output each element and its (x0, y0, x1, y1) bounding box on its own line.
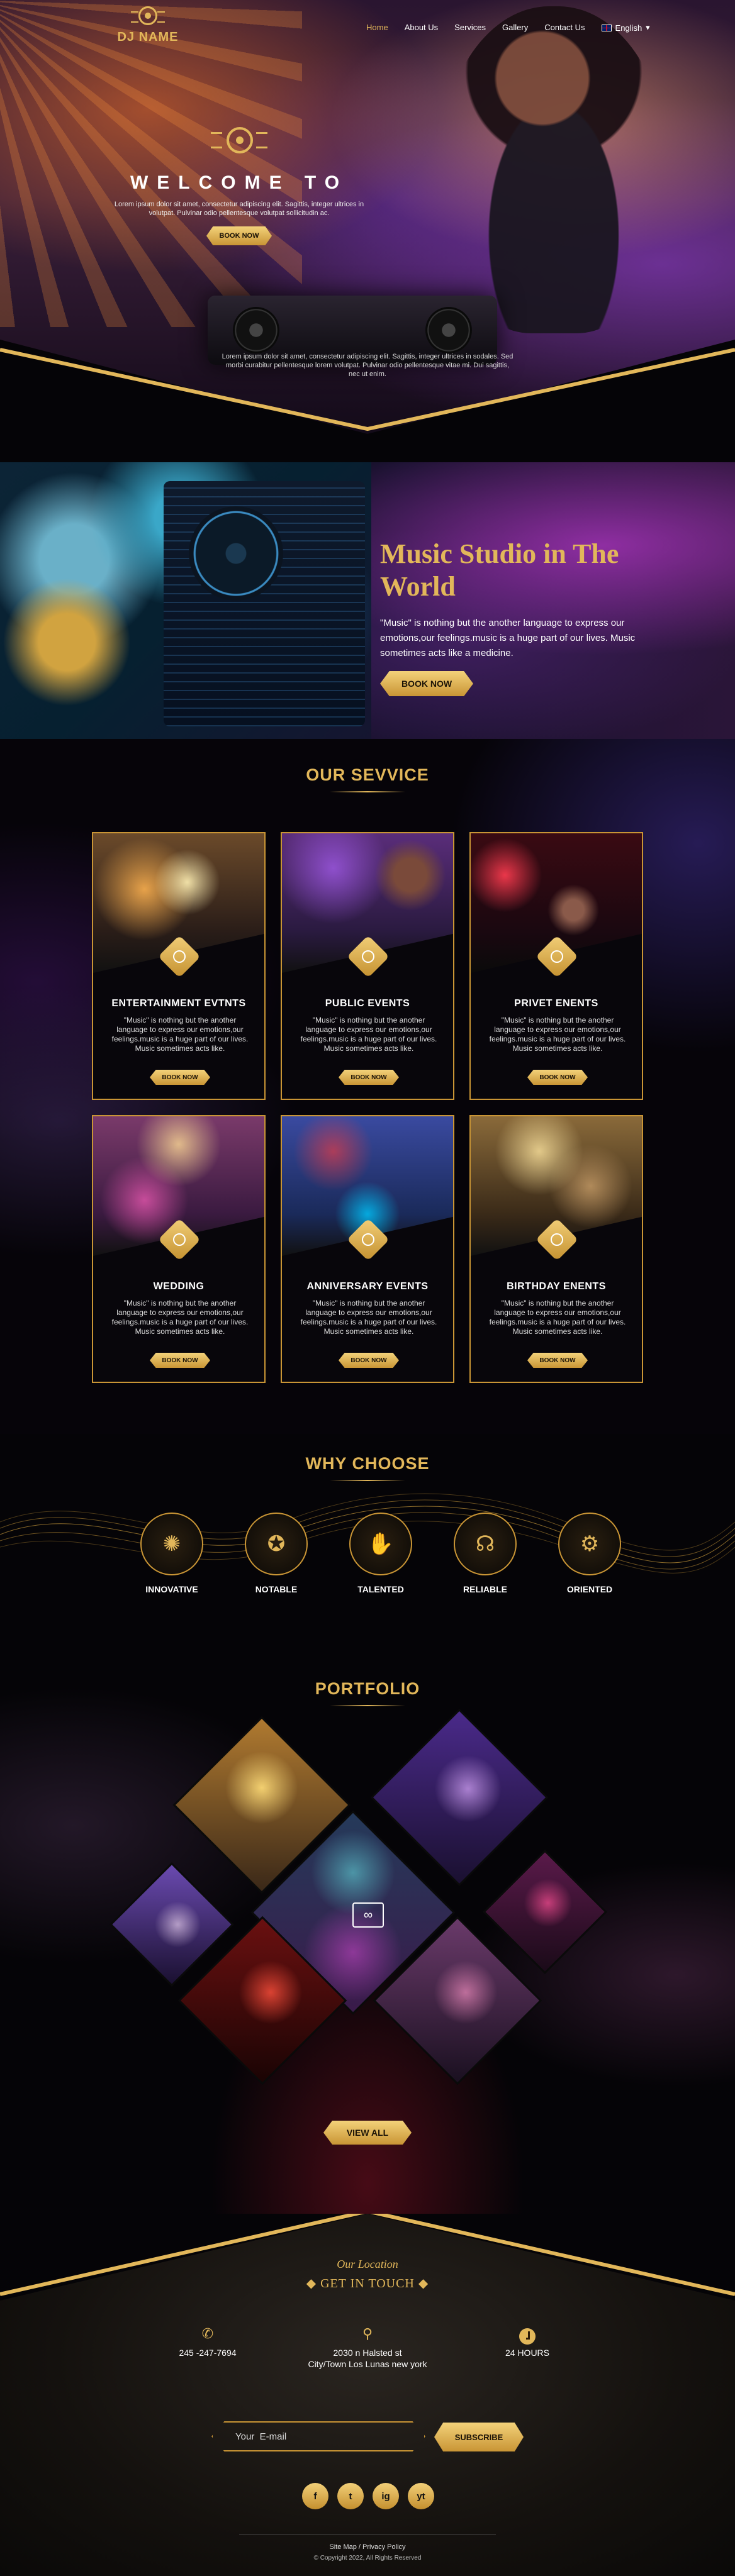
contact-phone[interactable]: ✆ 245 -247-7694 (138, 2326, 277, 2370)
location-script-label: Our Location (337, 2258, 398, 2270)
feature-label: TALENTED (357, 1584, 404, 1594)
subscribe-button[interactable]: SUBSCRIBE (434, 2423, 524, 2451)
service-card: ANNIVERSARY EVENTS "Music" is nothing bu… (281, 1115, 454, 1383)
service-description: "Music" is nothing but the another langu… (489, 1016, 626, 1053)
service-book-now-button[interactable]: BOOK NOW (527, 1353, 588, 1368)
portfolio-section: PORTFOLIO ∞ VIEW ALL (0, 1616, 735, 2214)
footer-links[interactable]: Site Map / Privacy Policy (0, 2543, 735, 2551)
headphones-person-icon: ☊ (454, 1513, 517, 1575)
facebook-icon[interactable]: f (302, 2483, 328, 2509)
feature-notable: ✪ NOTABLE (245, 1513, 308, 1594)
services-section: OUR SEVVICE ENTERTAINMENT EVTNTS "Music"… (0, 739, 735, 1434)
features-list: ✺ INNOVATIVE ✪ NOTABLE ✋ TALENTED ☊ RELI… (140, 1513, 621, 1594)
contact-hours: 24 HOURS (458, 2328, 597, 2370)
instagram-icon[interactable]: ig (373, 2483, 399, 2509)
location-pin-icon: ⚲ (362, 2326, 373, 2341)
service-book-now-button[interactable]: BOOK NOW (339, 1353, 399, 1368)
studio-title: Music Studio in The World (380, 538, 619, 602)
service-card: ENTERTAINMENT EVTNTS "Music" is nothing … (92, 832, 266, 1100)
feature-label: RELIABLE (463, 1584, 507, 1594)
brain-gear-icon: ⚙ (558, 1513, 621, 1575)
service-title: ENTERTAINMENT EVTNTS (111, 998, 246, 1009)
studio-section: Music Studio in The World "Music" is not… (0, 462, 735, 739)
title-underline (330, 791, 405, 792)
why-title-text: WHY CHOOSE (305, 1454, 430, 1473)
service-description: "Music" is nothing but the another langu… (300, 1299, 437, 1336)
feature-label: NOTABLE (255, 1584, 298, 1594)
service-description: "Music" is nothing but the another langu… (111, 1299, 249, 1336)
why-title: WHY CHOOSE (0, 1454, 735, 1481)
service-description: "Music" is nothing but the another langu… (300, 1016, 437, 1053)
feature-talented: ✋ TALENTED (349, 1513, 412, 1594)
hands-icon: ✋ (349, 1513, 412, 1575)
portfolio-image[interactable] (483, 1850, 607, 1974)
service-title: PRIVET ENENTS (514, 998, 598, 1009)
service-card: PRIVET ENENTS "Music" is nothing but the… (469, 832, 643, 1100)
address-line-2: City/Town Los Lunas new york (308, 2359, 427, 2369)
social-links: f t ig yt (302, 2483, 434, 2509)
studio-book-now-button[interactable]: BOOK NOW (380, 671, 473, 696)
infinity-link-icon[interactable]: ∞ (352, 1902, 384, 1928)
services-title: OUR SEVVICE (0, 765, 735, 792)
feature-reliable: ☊ RELIABLE (454, 1513, 517, 1594)
service-title: ANNIVERSARY EVENTS (306, 1281, 429, 1292)
phone-icon: ✆ (201, 2326, 214, 2341)
get-in-touch-title: ◆ GET IN TOUCH ◆ (306, 2277, 429, 2290)
feature-oriented: ⚙ ORIENTED (558, 1513, 621, 1594)
service-title: BIRTHDAY ENENTS (507, 1281, 606, 1292)
service-card: WEDDING "Music" is nothing but the anoth… (92, 1115, 266, 1383)
address-line-1: 2030 n Halsted st (333, 2348, 402, 2358)
service-book-now-button[interactable]: BOOK NOW (527, 1070, 588, 1085)
studio-description: "Music" is nothing but the another langu… (380, 618, 636, 658)
award-ribbon-icon: ✪ (245, 1513, 308, 1575)
footer: Our Location ◆ GET IN TOUCH ◆ ✆ 245 -247… (0, 2214, 735, 2576)
service-book-now-button[interactable]: BOOK NOW (339, 1070, 399, 1085)
email-field[interactable] (213, 2431, 424, 2442)
service-description: "Music" is nothing but the another langu… (489, 1299, 626, 1336)
services-title-text: OUR SEVVICE (306, 765, 429, 784)
hero-section: DJ NAME Home About Us Services Gallery C… (0, 0, 735, 440)
twitter-icon[interactable]: t (337, 2483, 364, 2509)
copyright: © Copyright 2022, All Rights Reserved (313, 2555, 422, 2562)
lightbulb-icon: ✺ (140, 1513, 203, 1575)
footer-divider (239, 2534, 496, 2535)
service-book-now-button[interactable]: BOOK NOW (150, 1070, 210, 1085)
studio-dj-photo (0, 462, 371, 739)
service-description: "Music" is nothing but the another langu… (111, 1016, 249, 1053)
contact-info: ✆ 245 -247-7694 ⚲ 2030 n Halsted st City… (138, 2326, 597, 2370)
why-choose-section: WHY CHOOSE ✺ INNOVATIVE ✪ NOTABLE ✋ TALE… (0, 1434, 735, 1616)
phone-number: 245 -247-7694 (179, 2348, 237, 2358)
service-title: WEDDING (153, 1281, 205, 1292)
email-field-wrapper (211, 2421, 425, 2451)
service-cards: ENTERTAINMENT EVTNTS "Music" is nothing … (92, 832, 643, 1383)
feature-innovative: ✺ INNOVATIVE (140, 1513, 203, 1594)
service-title: PUBLIC EVENTS (325, 998, 410, 1009)
service-book-now-button[interactable]: BOOK NOW (150, 1353, 210, 1368)
contact-address: ⚲ 2030 n Halsted st City/Town Los Lunas … (298, 2326, 437, 2370)
clock-icon (519, 2328, 536, 2345)
get-in-touch-text: GET IN TOUCH (320, 2277, 415, 2290)
title-underline (330, 1480, 405, 1481)
hours: 24 HOURS (505, 2348, 550, 2358)
youtube-icon[interactable]: yt (408, 2483, 434, 2509)
portfolio-title-text: PORTFOLIO (315, 1679, 420, 1698)
service-card: BIRTHDAY ENENTS "Music" is nothing but t… (469, 1115, 643, 1383)
title-underline (330, 1705, 405, 1706)
service-card: PUBLIC EVENTS "Music" is nothing but the… (281, 832, 454, 1100)
view-all-button[interactable]: VIEW ALL (323, 2121, 412, 2145)
feature-label: INNOVATIVE (145, 1584, 198, 1594)
feature-label: ORIENTED (566, 1584, 613, 1594)
hero-bottom-text: Lorem ipsum dolor sit amet, consectetur … (222, 353, 513, 378)
portfolio-title: PORTFOLIO (0, 1679, 735, 1706)
